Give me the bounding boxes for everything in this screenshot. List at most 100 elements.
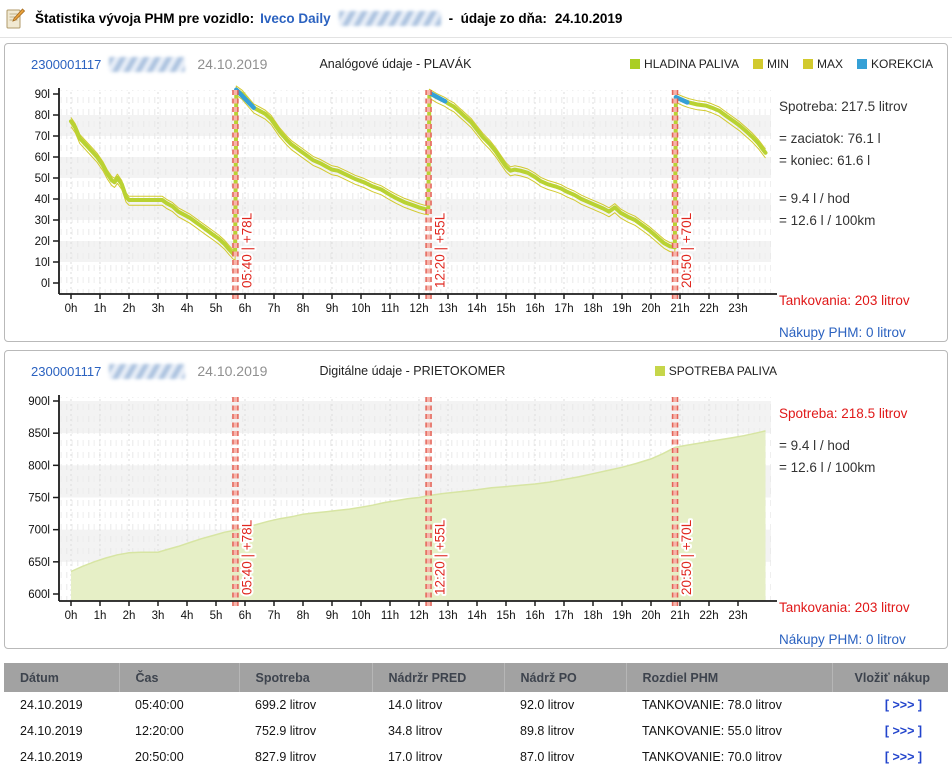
analog-per-hour: = 9.4 l / hod xyxy=(779,188,939,210)
svg-text:850l: 850l xyxy=(28,428,50,440)
svg-text:30l: 30l xyxy=(35,215,50,227)
table-cell: 14.0 litrov xyxy=(372,692,504,718)
digital-info-panel: Spotreba: 218.5 litrov = 9.4 l / hod = 1… xyxy=(779,403,939,651)
svg-text:8h: 8h xyxy=(297,610,310,622)
svg-text:14h: 14h xyxy=(467,303,486,315)
svg-text:11h: 11h xyxy=(381,610,399,622)
svg-text:40l: 40l xyxy=(35,194,50,206)
legend-label: KOREKCIA xyxy=(871,57,933,71)
svg-text:20h: 20h xyxy=(641,610,660,622)
table-cell: 17.0 litrov xyxy=(372,744,504,770)
insert-purchase-link[interactable]: [ >>> ] xyxy=(885,698,922,712)
analog-chart-date: 24.10.2019 xyxy=(197,56,267,72)
svg-text:1h: 1h xyxy=(94,303,107,315)
insert-purchase-link[interactable]: [ >>> ] xyxy=(885,750,922,764)
korekcia-swatch xyxy=(857,59,867,69)
refuel-table-header: DátumČasSpotrebaNádržr PREDNádrž PORozdi… xyxy=(4,663,948,692)
page-header: Štatistika vývoja PHM pre vozidlo: Iveco… xyxy=(0,0,952,38)
svg-text:22h: 22h xyxy=(699,610,718,622)
redacted-unit-name xyxy=(109,57,185,72)
svg-text:800l: 800l xyxy=(28,460,50,472)
svg-text:05:40 | +78L: 05:40 | +78L xyxy=(239,212,254,288)
table-cell: 92.0 litrov xyxy=(504,692,626,718)
digital-legend: SPOTREBA PALIVA xyxy=(655,364,777,378)
spotreba-paliva-swatch xyxy=(655,366,665,376)
legend-label: SPOTREBA PALIVA xyxy=(669,364,777,378)
vehicle-name-link[interactable]: Iveco Daily xyxy=(260,11,331,26)
svg-text:2h: 2h xyxy=(123,303,136,315)
svg-text:10h: 10h xyxy=(351,303,370,315)
refuel-table-body: 24.10.201905:40:00699.2 litrov14.0 litro… xyxy=(4,692,948,770)
insert-purchase-cell[interactable]: [ >>> ] xyxy=(832,718,948,744)
column-header: Čas xyxy=(119,663,239,692)
svg-text:0h: 0h xyxy=(65,303,78,315)
svg-text:17h: 17h xyxy=(554,610,573,622)
svg-text:5h: 5h xyxy=(210,610,223,622)
svg-text:0h: 0h xyxy=(65,610,78,622)
svg-text:17h: 17h xyxy=(554,303,573,315)
svg-text:90l: 90l xyxy=(35,89,50,101)
svg-text:20:50 | +70L: 20:50 | +70L xyxy=(679,519,694,595)
redacted-unit-name xyxy=(109,364,185,379)
analog-legend: HLADINA PALIVA MIN MAX KOREKCIA xyxy=(630,57,933,71)
analog-start: = zaciatok: 76.1 l xyxy=(779,128,939,150)
analog-chart-panel: 2300001117 24.10.2019 Analógové údaje - … xyxy=(4,43,948,342)
column-header: Vložiť nákup xyxy=(832,663,948,692)
analog-nakupy: Nákupy PHM: 0 litrov xyxy=(779,322,939,344)
analog-chart-area: 05:40 | +78L12:20 | +55L20:50 | +70L0l10… xyxy=(9,82,789,330)
table-cell: 827.9 litrov xyxy=(239,744,372,770)
max-swatch xyxy=(803,59,813,69)
svg-text:900l: 900l xyxy=(28,396,50,408)
table-cell: 89.8 litrov xyxy=(504,718,626,744)
table-cell: 24.10.2019 xyxy=(4,718,119,744)
svg-text:18h: 18h xyxy=(583,303,602,315)
svg-text:14h: 14h xyxy=(467,610,486,622)
digital-per-hour: = 9.4 l / hod xyxy=(779,435,939,457)
svg-text:600l: 600l xyxy=(28,589,50,601)
svg-text:21h: 21h xyxy=(670,610,689,622)
svg-text:13h: 13h xyxy=(438,303,457,315)
unit-id-link[interactable]: 2300001117 xyxy=(31,57,101,72)
column-header: Nádrž PO xyxy=(504,663,626,692)
unit-id-link[interactable]: 2300001117 xyxy=(31,364,101,379)
svg-text:7h: 7h xyxy=(268,610,281,622)
svg-text:6h: 6h xyxy=(239,610,252,622)
page-subtitle: - údaje zo dňa: xyxy=(449,11,547,26)
edit-note-icon xyxy=(6,8,25,29)
svg-text:19h: 19h xyxy=(612,303,631,315)
legend-item: KOREKCIA xyxy=(857,57,933,71)
column-header: Nádržr PRED xyxy=(372,663,504,692)
svg-text:60l: 60l xyxy=(35,152,50,164)
svg-text:18h: 18h xyxy=(583,610,602,622)
svg-text:13h: 13h xyxy=(438,610,457,622)
legend-label: HLADINA PALIVA xyxy=(644,57,739,71)
digital-chart-area: 05:40 | +78L12:20 | +55L20:50 | +70L600l… xyxy=(9,389,789,637)
digital-nakupy: Nákupy PHM: 0 litrov xyxy=(779,629,939,651)
legend-item: HLADINA PALIVA xyxy=(630,57,739,71)
legend-label: MIN xyxy=(767,57,789,71)
svg-text:70l: 70l xyxy=(35,131,50,143)
table-cell: 24.10.2019 xyxy=(4,692,119,718)
svg-text:23h: 23h xyxy=(728,610,747,622)
analog-per-100km: = 12.6 l / 100km xyxy=(779,210,939,232)
column-header: Dátum xyxy=(4,663,119,692)
column-header: Spotreba xyxy=(239,663,372,692)
insert-purchase-cell[interactable]: [ >>> ] xyxy=(832,744,948,770)
legend-label: MAX xyxy=(817,57,843,71)
insert-purchase-link[interactable]: [ >>> ] xyxy=(885,724,922,738)
legend-item: MIN xyxy=(753,57,789,71)
svg-text:650l: 650l xyxy=(28,557,50,569)
redacted-vehicle-plate xyxy=(339,11,441,26)
analog-tankovania: Tankovania: 203 litrov xyxy=(779,290,939,312)
svg-text:1h: 1h xyxy=(94,610,107,622)
insert-purchase-cell[interactable]: [ >>> ] xyxy=(832,692,948,718)
svg-text:50l: 50l xyxy=(35,173,50,185)
digital-tankovania: Tankovania: 203 litrov xyxy=(779,597,939,619)
refuel-table: DátumČasSpotrebaNádržr PREDNádrž PORozdi… xyxy=(4,663,948,770)
svg-text:19h: 19h xyxy=(612,610,631,622)
svg-text:05:40 | +78L: 05:40 | +78L xyxy=(239,519,254,595)
digital-per-100km: = 12.6 l / 100km xyxy=(779,457,939,479)
table-cell: TANKOVANIE: 70.0 litrov xyxy=(626,744,832,770)
analog-end: = koniec: 61.6 l xyxy=(779,150,939,172)
digital-chart: 05:40 | +78L12:20 | +55L20:50 | +70L600l… xyxy=(9,389,789,637)
